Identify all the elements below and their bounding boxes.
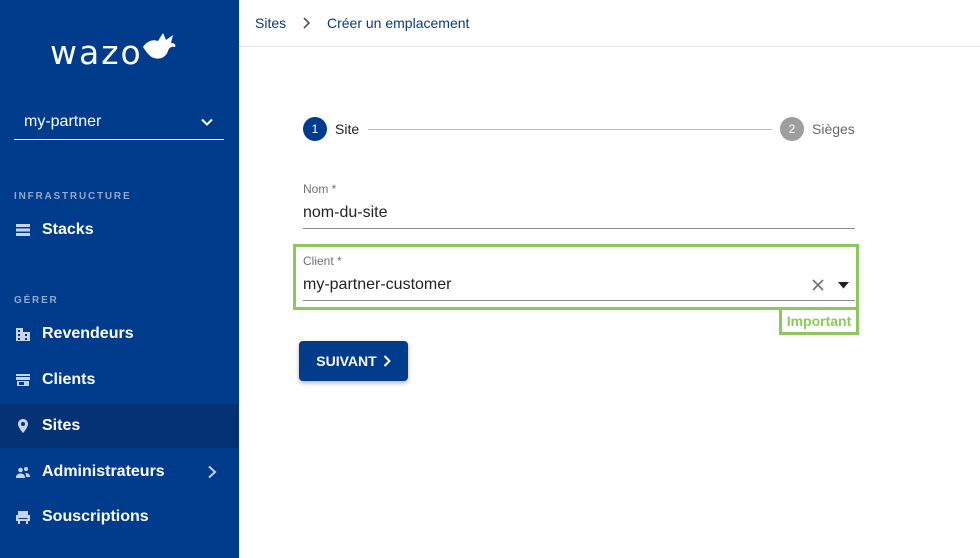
building-icon (16, 328, 30, 341)
sidebar-item-label: Revendeurs (42, 325, 134, 342)
sidebar-item-revendeurs[interactable]: Revendeurs (0, 312, 239, 356)
chevron-right-icon (303, 17, 311, 29)
sidebar-item-label: Administrateurs (42, 463, 165, 480)
name-field-value[interactable]: nom-du-site (303, 204, 387, 222)
chevron-right-icon (383, 355, 391, 367)
sidebar-item-souscriptions[interactable]: Souscriptions (0, 495, 239, 539)
sidebar-item-administrateurs[interactable]: Administrateurs (0, 450, 239, 494)
chevron-right-icon (208, 465, 217, 479)
sidebar-item-sites[interactable]: Sites (0, 404, 239, 448)
sidebar-item-stacks[interactable]: Stacks (0, 208, 239, 252)
next-button[interactable]: SUIVANT (299, 341, 408, 381)
section-label-infrastructure: INFRASTRUCTURE (14, 191, 132, 202)
breadcrumb: Sites Créer un emplacement (239, 0, 980, 47)
list-icon (16, 224, 30, 236)
bird-icon (142, 33, 176, 59)
step-1-number: 1 (303, 117, 327, 141)
step-1-label: Site (335, 121, 360, 137)
sidebar: wazo my-partner INFRASTRUCTURE Stacks GÉ… (0, 0, 239, 558)
breadcrumb-link-sites[interactable]: Sites (255, 15, 286, 31)
annotation-label: Important (779, 307, 859, 335)
step-connector (368, 129, 772, 130)
section-label-gerer: GÉRER (14, 295, 59, 306)
chevron-down-icon (201, 118, 213, 126)
name-field-label: Nom * (303, 182, 337, 196)
partner-selector[interactable]: my-partner (14, 104, 224, 140)
next-button-label: SUIVANT (316, 353, 377, 369)
breadcrumb-current: Créer un emplacement (327, 15, 470, 31)
name-field[interactable]: Nom * nom-du-site (303, 182, 855, 230)
wazo-logo[interactable]: wazo (50, 30, 177, 76)
location-pin-icon (18, 419, 28, 433)
stepper: 1 Site 2 Sièges (303, 117, 855, 141)
step-2-label: Sièges (812, 121, 855, 137)
sidebar-item-label: Stacks (42, 221, 94, 238)
sidebar-item-clients[interactable]: Clients (0, 358, 239, 402)
name-field-underline (303, 228, 855, 229)
step-2-number: 2 (780, 117, 804, 141)
sidebar-item-label: Clients (42, 371, 96, 388)
store-icon (16, 374, 30, 386)
chair-icon (16, 511, 30, 524)
sidebar-item-label: Sites (42, 417, 81, 434)
partner-selector-value: my-partner (24, 112, 102, 130)
sidebar-item-label: Souscriptions (42, 508, 149, 525)
logo-text: wazo (50, 33, 143, 72)
people-icon (16, 467, 30, 478)
annotation-highlight-box (293, 244, 859, 310)
